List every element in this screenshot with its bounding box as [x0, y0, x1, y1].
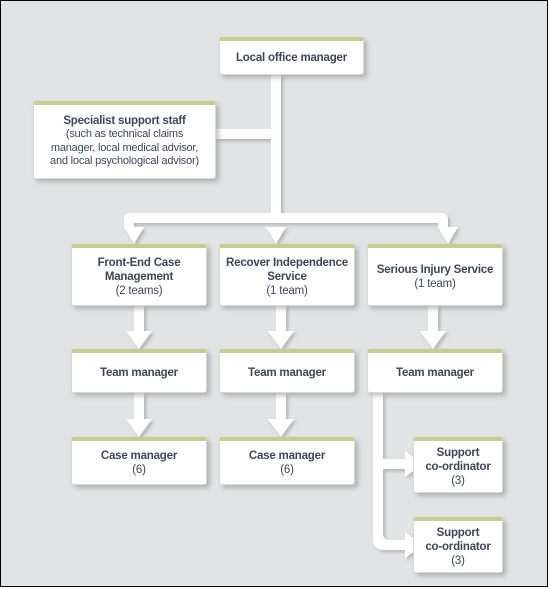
node-team-manager-3[interactable]: Team manager — [367, 349, 503, 393]
node-serious-injury-service[interactable]: Serious Injury Service (1 team) — [367, 244, 503, 306]
node-specialist-support-staff[interactable]: Specialist support staff (such as techni… — [33, 101, 216, 179]
front-end-case-management-line-1: Front-End Case — [97, 256, 181, 269]
serious-injury-service-count: (1 team) — [414, 277, 456, 290]
edge-distribution-bus — [124, 213, 448, 229]
node-team-manager-1[interactable]: Team manager — [71, 349, 207, 393]
local-office-manager-label: Local office manager — [235, 51, 348, 64]
support-coordinator-2-count: (3) — [451, 554, 465, 567]
team-manager-1-label: Team manager — [100, 366, 178, 379]
support-coordinator-2-line-1: Support — [436, 526, 480, 539]
recover-independence-service-line-1: Recover Independence — [226, 256, 348, 269]
case-manager-1-label: Case manager — [100, 449, 178, 462]
node-team-manager-2[interactable]: Team manager — [219, 349, 355, 393]
node-recover-independence-service[interactable]: Recover Independence Service (1 team) — [219, 244, 355, 306]
case-manager-2-count: (6) — [280, 463, 294, 476]
arrow-team-manager-1-to-case-manager-1 — [126, 393, 152, 437]
node-support-coordinator-1[interactable]: Support co-ordinator (3) — [413, 437, 503, 493]
arrow-front-end-to-team-manager-1 — [126, 306, 152, 349]
specialist-support-staff-line-1: (such as technical claims — [65, 128, 184, 141]
team-manager-3-label: Team manager — [396, 366, 474, 379]
arrow-team-manager-2-to-case-manager-2 — [268, 393, 294, 437]
edge-local-office-manager-stem — [271, 75, 281, 213]
edge-specialist-support-staff — [215, 129, 273, 139]
arrow-bus-to-front-end — [124, 227, 144, 244]
front-end-case-management-line-2: Management — [104, 270, 174, 283]
arrow-bus-to-serious — [438, 227, 458, 244]
support-coordinator-1-line-2: co-ordinator — [425, 460, 491, 473]
arrow-serious-to-team-manager-3 — [420, 306, 446, 349]
node-case-manager-2[interactable]: Case manager (6) — [219, 437, 355, 485]
support-coordinator-1-count: (3) — [451, 474, 465, 487]
recover-independence-service-line-2: Service — [267, 270, 307, 283]
serious-injury-service-line-1: Serious Injury Service — [376, 263, 494, 276]
front-end-case-management-count: (2 teams) — [115, 284, 163, 297]
team-manager-2-label: Team manager — [248, 366, 326, 379]
recover-independence-service-count: (1 team) — [266, 284, 308, 297]
node-front-end-case-management[interactable]: Front-End Case Management (2 teams) — [71, 244, 207, 306]
arrow-bus-to-recover — [266, 227, 286, 244]
specialist-support-staff-line-2: manager, local medical advisor, — [50, 141, 199, 154]
org-chart-frame: Local office manager Specialist support … — [0, 0, 548, 587]
specialist-support-staff-title: Specialist support staff — [63, 115, 186, 128]
node-local-office-manager[interactable]: Local office manager — [219, 37, 364, 75]
node-case-manager-1[interactable]: Case manager (6) — [71, 437, 207, 485]
case-manager-2-label: Case manager — [248, 449, 326, 462]
case-manager-1-count: (6) — [132, 463, 146, 476]
edge-team-manager-3-drop — [373, 393, 389, 550]
node-support-coordinator-2[interactable]: Support co-ordinator (3) — [413, 517, 503, 573]
support-coordinator-2-line-2: co-ordinator — [425, 540, 491, 553]
support-coordinator-1-line-1: Support — [436, 446, 480, 459]
specialist-support-staff-line-3: and local psychological advisor) — [50, 155, 199, 168]
arrow-recover-to-team-manager-2 — [268, 306, 294, 349]
